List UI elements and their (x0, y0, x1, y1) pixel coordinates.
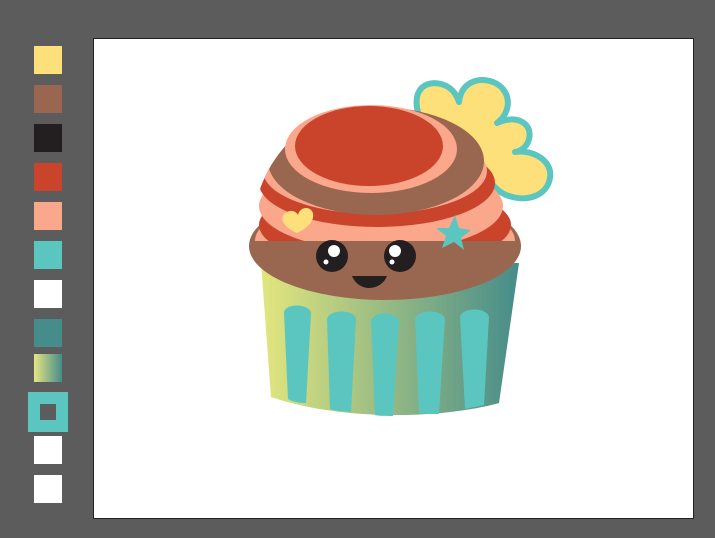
left-eye-sparkle (323, 259, 329, 265)
swatch-stroke-teal[interactable] (28, 392, 68, 432)
right-eye-sparkle (389, 259, 395, 265)
cupcake-illustration (249, 77, 554, 416)
swatch-brown[interactable] (34, 85, 62, 113)
left-eye-highlight (328, 245, 340, 257)
swatch-white-3[interactable] (34, 475, 62, 503)
swatch-dark-teal[interactable] (34, 319, 62, 347)
wrapper-stripe (327, 311, 356, 412)
frosting-top (295, 106, 443, 186)
right-eye-highlight (389, 245, 401, 257)
artboard[interactable] (93, 38, 694, 519)
swatch-black[interactable] (34, 124, 62, 152)
swatch-white[interactable] (34, 280, 62, 308)
swatch-red[interactable] (34, 163, 62, 191)
swatch-salmon[interactable] (34, 202, 62, 230)
swatch-teal[interactable] (34, 241, 62, 269)
swatch-white-2[interactable] (34, 436, 62, 464)
swatch-gradient[interactable] (34, 354, 62, 382)
stroke-hole (40, 404, 56, 420)
right-eye (384, 240, 416, 272)
swatch-yellow[interactable] (34, 46, 62, 74)
